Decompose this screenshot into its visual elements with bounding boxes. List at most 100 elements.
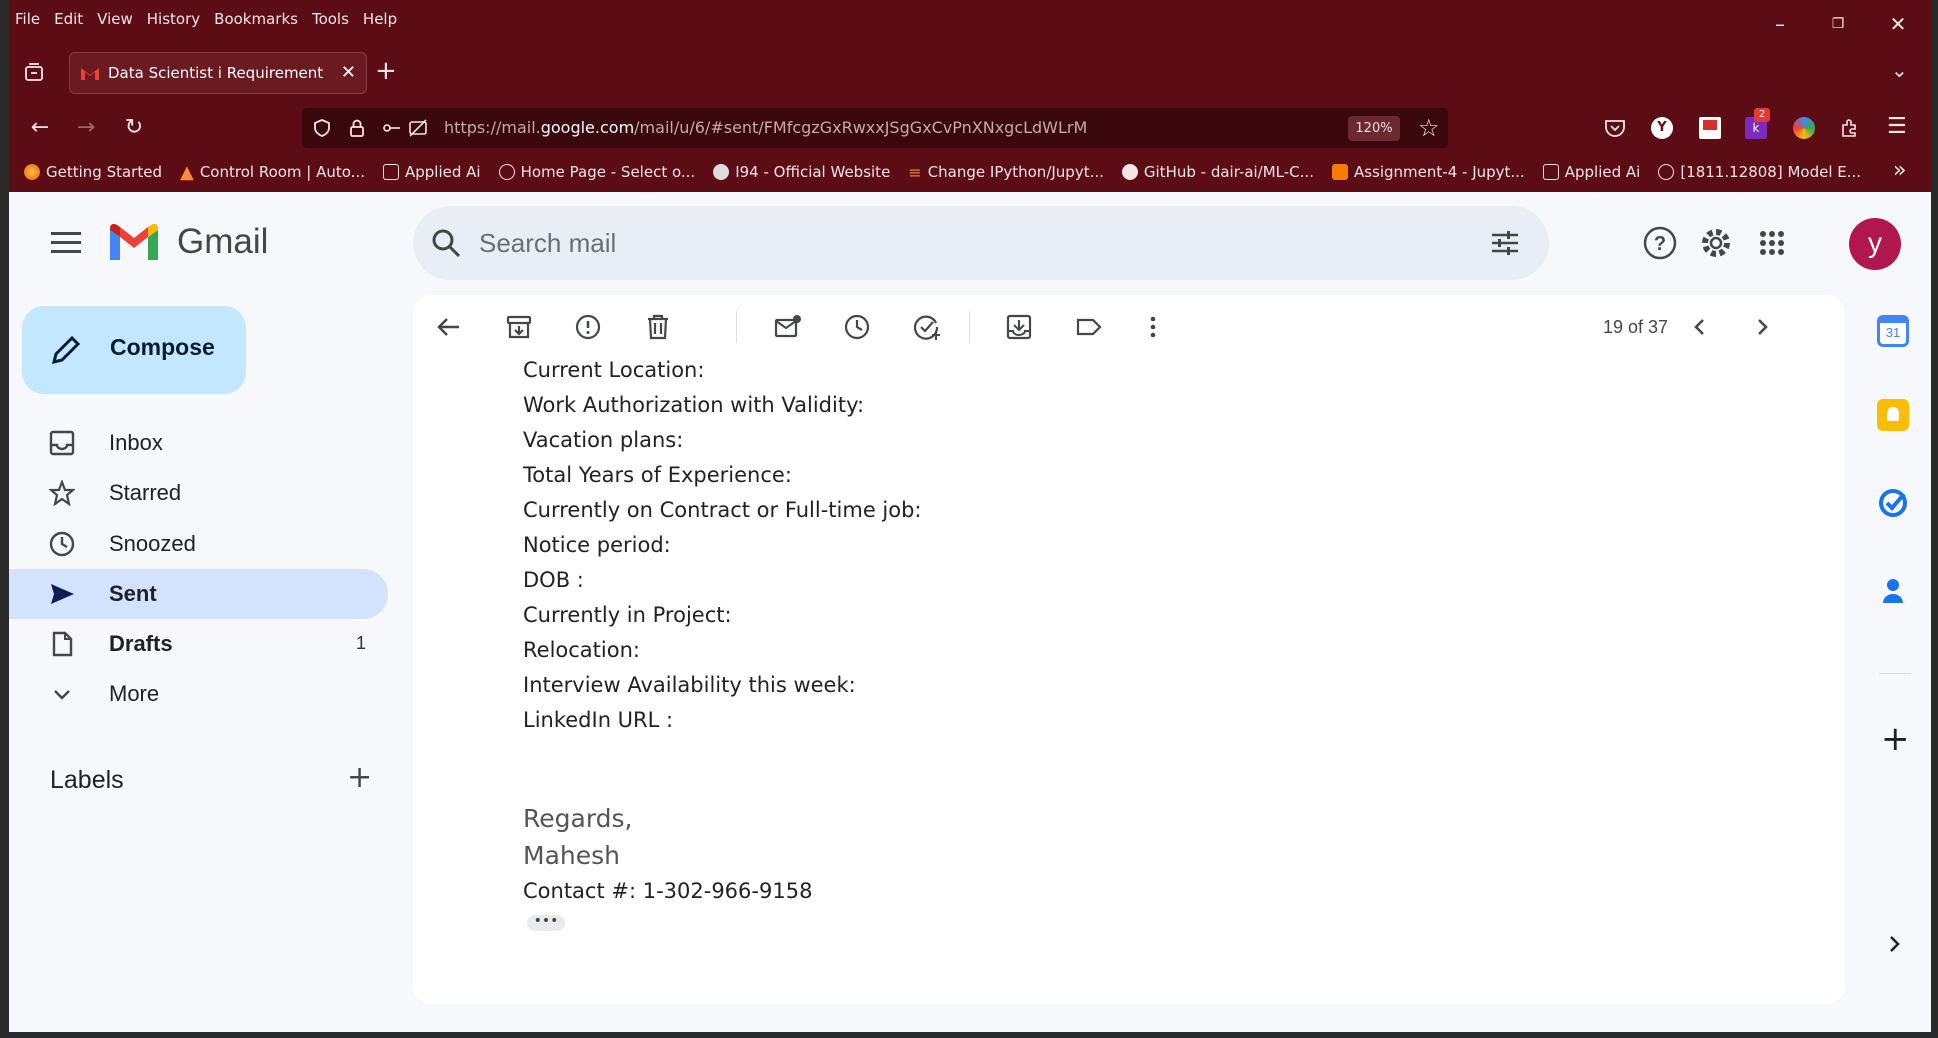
calendar-icon[interactable]: 31 [1877, 315, 1909, 347]
folder-icon [383, 164, 399, 180]
bookmark-item[interactable]: Getting Started [24, 160, 162, 184]
automation-anywhere-icon: ▲ [179, 161, 194, 183]
contacts-icon[interactable] [1877, 575, 1909, 607]
signature-name: Mahesh [523, 841, 620, 870]
sidebar-item-inbox[interactable]: Inbox [9, 418, 388, 468]
tab-list-icon[interactable] [23, 62, 45, 84]
show-trimmed-content-button[interactable]: ••• [527, 914, 565, 931]
lock-icon[interactable] [348, 118, 366, 138]
sidebar-item-snoozed[interactable]: Snoozed [9, 519, 388, 569]
more-vert-icon[interactable] [1139, 313, 1167, 341]
pagination-count: 19 of 37 [1603, 317, 1669, 337]
bookmarks-overflow-icon[interactable]: » [1893, 158, 1906, 183]
bookmark-folder[interactable]: Applied Ai [383, 160, 481, 184]
new-tab-icon[interactable]: + [375, 56, 397, 86]
hamburger-menu-icon[interactable]: ☰ [1887, 114, 1907, 139]
bookmark-item[interactable]: ▲ Control Room | Auto... [180, 160, 365, 184]
mark-unread-icon[interactable] [774, 313, 802, 341]
toolbar-divider [736, 311, 737, 343]
search-icon[interactable] [431, 228, 461, 258]
gmail-logo-icon[interactable] [110, 224, 158, 260]
globe-icon [498, 164, 515, 180]
tracking-blocked-icon[interactable] [408, 118, 428, 138]
browser-tab-active[interactable]: Data Scientist i Requirement - yk ✕ [69, 52, 367, 94]
sidebar-item-more[interactable]: More [9, 669, 388, 719]
keep-icon[interactable] [1877, 399, 1909, 431]
show-side-panel-chevron-icon[interactable] [1883, 933, 1905, 955]
sidebar-item-starred[interactable]: Starred [9, 468, 388, 518]
compose-button[interactable]: Compose [22, 306, 246, 394]
close-window-icon[interactable]: ✕ [1888, 14, 1908, 34]
extensions-puzzle-icon[interactable] [1839, 117, 1861, 139]
bookmark-item[interactable]: I94 - Official Website [713, 160, 890, 184]
bookmark-item[interactable]: Assignment-4 - Jupyt... [1331, 160, 1525, 184]
gmail-header: Gmail ? y [9, 192, 1931, 292]
pocket-icon[interactable] [1604, 118, 1626, 138]
tab-close-icon[interactable]: ✕ [341, 62, 356, 83]
browser-chrome: File Edit View History Bookmarks Tools H… [0, 0, 1938, 192]
get-addons-icon[interactable]: + [1881, 719, 1910, 759]
help-icon[interactable]: ? [1643, 226, 1677, 260]
add-task-icon[interactable] [913, 313, 941, 341]
tab-title: Data Scientist i Requirement - yk [108, 64, 328, 82]
menu-tools[interactable]: Tools [312, 10, 349, 32]
list-all-tabs-icon[interactable]: ⌄ [1891, 58, 1908, 82]
menu-edit[interactable]: Edit [54, 10, 83, 32]
url-bar[interactable]: https://mail.google.com/mail/u/6/#sent/F… [302, 108, 1448, 148]
github-icon [1121, 164, 1138, 180]
back-icon[interactable]: ← [26, 114, 54, 142]
bookmark-item[interactable]: ≡ Change IPython/Jupyt... [908, 160, 1104, 184]
permissions-icon[interactable] [382, 118, 402, 138]
menu-bookmarks[interactable]: Bookmarks [214, 10, 298, 32]
shield-icon[interactable] [312, 118, 332, 138]
sidebar-item-drafts[interactable]: Drafts 1 [9, 619, 388, 669]
email-line: Total Years of Experience: [523, 463, 792, 487]
menu-view[interactable]: View [97, 10, 133, 32]
extension-y-icon[interactable]: Y [1651, 117, 1673, 139]
menu-help[interactable]: Help [363, 10, 397, 32]
restore-icon[interactable]: ❐ [1828, 14, 1848, 34]
window-right-border [1931, 0, 1938, 1038]
tasks-icon[interactable] [1877, 487, 1909, 519]
account-avatar[interactable]: y [1849, 218, 1901, 270]
back-arrow-icon[interactable] [435, 313, 463, 341]
forward-icon[interactable]: → [72, 114, 100, 142]
sidebar-item-sent[interactable]: Sent [9, 569, 388, 619]
bookmark-item[interactable]: GitHub - dair-ai/ML-C... [1121, 160, 1314, 184]
search-bar [413, 206, 1549, 280]
seal-icon [713, 164, 730, 180]
search-options-icon[interactable] [1490, 228, 1520, 258]
snooze-clock-icon[interactable] [843, 313, 871, 341]
report-spam-icon[interactable] [574, 313, 602, 341]
archive-icon[interactable] [505, 313, 533, 341]
url-text: https://mail.google.com/mail/u/6/#sent/F… [444, 118, 1088, 137]
bookmark-folder[interactable]: Applied Ai [1542, 160, 1640, 184]
clock-icon [49, 531, 75, 557]
email-line: Relocation: [523, 638, 640, 662]
search-input[interactable] [479, 224, 1379, 262]
apps-grid-icon[interactable] [1759, 230, 1785, 256]
extension-save-icon[interactable] [1699, 117, 1721, 139]
main-menu-icon[interactable] [51, 232, 81, 254]
menu-file[interactable]: File [15, 10, 40, 32]
minimize-icon[interactable]: – [1770, 14, 1790, 34]
zoom-level[interactable]: 120% [1348, 116, 1400, 141]
settings-gear-icon[interactable] [1699, 226, 1733, 260]
move-to-icon[interactable] [1005, 313, 1033, 341]
bookmark-star-icon[interactable]: ☆ [1418, 114, 1440, 142]
navigation-bar: ← → ↻ https://mail.google.com/mail/u/6/#… [0, 104, 1938, 152]
label-tag-icon[interactable] [1075, 313, 1103, 341]
gmail-favicon-icon [81, 68, 99, 80]
pencil-icon [51, 335, 81, 365]
menu-history[interactable]: History [147, 10, 200, 32]
newer-chevron-left-icon[interactable] [1686, 313, 1714, 341]
extension-color-icon[interactable] [1793, 117, 1815, 139]
older-chevron-right-icon[interactable] [1748, 313, 1776, 341]
add-label-icon[interactable]: + [347, 760, 372, 795]
trash-icon[interactable] [644, 313, 672, 341]
bookmark-item[interactable]: [1811.12808] Model E... [1658, 160, 1861, 184]
reload-icon[interactable]: ↻ [120, 114, 148, 142]
email-body: Current Location: Work Authorization wit… [523, 353, 922, 909]
bookmark-item[interactable]: Home Page - Select o... [498, 160, 695, 184]
email-line: Notice period: [523, 533, 671, 557]
